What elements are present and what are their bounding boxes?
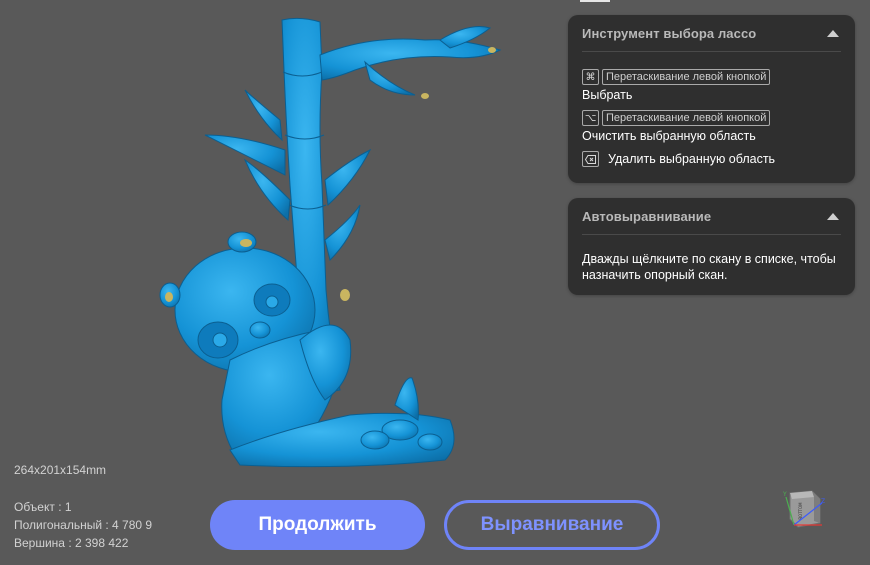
align-instructions: Дважды щёлкните по скану в списке, чтобы…	[582, 252, 836, 282]
alignment-button[interactable]: Выравнивание	[444, 500, 660, 550]
auto-align-panel: Автовыравнивание Дважды щёлкните по скан…	[568, 198, 855, 295]
axis-z-label: Z	[821, 498, 825, 505]
select-shortcut-hint: Перетаскивание левой кнопкой	[602, 69, 771, 85]
delete-selection-row: Удалить выбранную область	[582, 151, 775, 167]
select-shortcut-row: ⌘ Перетаскивание левой кнопкой	[582, 69, 771, 85]
clear-selection-label: Очистить выбранную область	[582, 129, 756, 143]
clear-shortcut-hint: Перетаскивание левой кнопкой	[602, 110, 771, 126]
continue-button[interactable]: Продолжить	[210, 500, 425, 550]
align-panel-title: Автовыравнивание	[582, 208, 712, 224]
lasso-panel-title: Инструмент выбора лассо	[582, 25, 757, 41]
collapse-arrow-icon[interactable]	[827, 212, 839, 220]
object-count: Объект : 1	[14, 500, 72, 514]
lasso-panel-header[interactable]: Инструмент выбора лассо	[582, 15, 841, 52]
clear-shortcut-row: ⌥ Перетаскивание левой кнопкой	[582, 110, 771, 126]
polygon-count: Полигональный : 4 780 9	[14, 518, 153, 532]
panda-bamboo-model	[159, 17, 502, 468]
view-cube-face-label: BOTTOM	[798, 502, 803, 520]
delete-key-icon	[582, 151, 599, 167]
top-indicator	[580, 0, 610, 2]
model-dimensions: 264x201x154mm	[14, 463, 107, 477]
axis-y-label: Y	[782, 491, 787, 498]
align-panel-header[interactable]: Автовыравнивание	[582, 198, 841, 235]
lasso-tool-panel: Инструмент выбора лассо ⌘ Перетаскивание…	[568, 15, 855, 183]
option-key-icon: ⌥	[582, 110, 599, 126]
delete-selection-label: Удалить выбранную область	[608, 152, 776, 166]
scan-model-viewport[interactable]	[150, 10, 520, 470]
command-key-icon: ⌘	[582, 69, 599, 85]
collapse-arrow-icon[interactable]	[827, 29, 839, 37]
select-label: Выбрать	[582, 88, 633, 102]
vertex-count: Вершина : 2 398 422	[14, 536, 129, 550]
view-cube-icon[interactable]: BOTTOM Y Z	[778, 485, 828, 535]
